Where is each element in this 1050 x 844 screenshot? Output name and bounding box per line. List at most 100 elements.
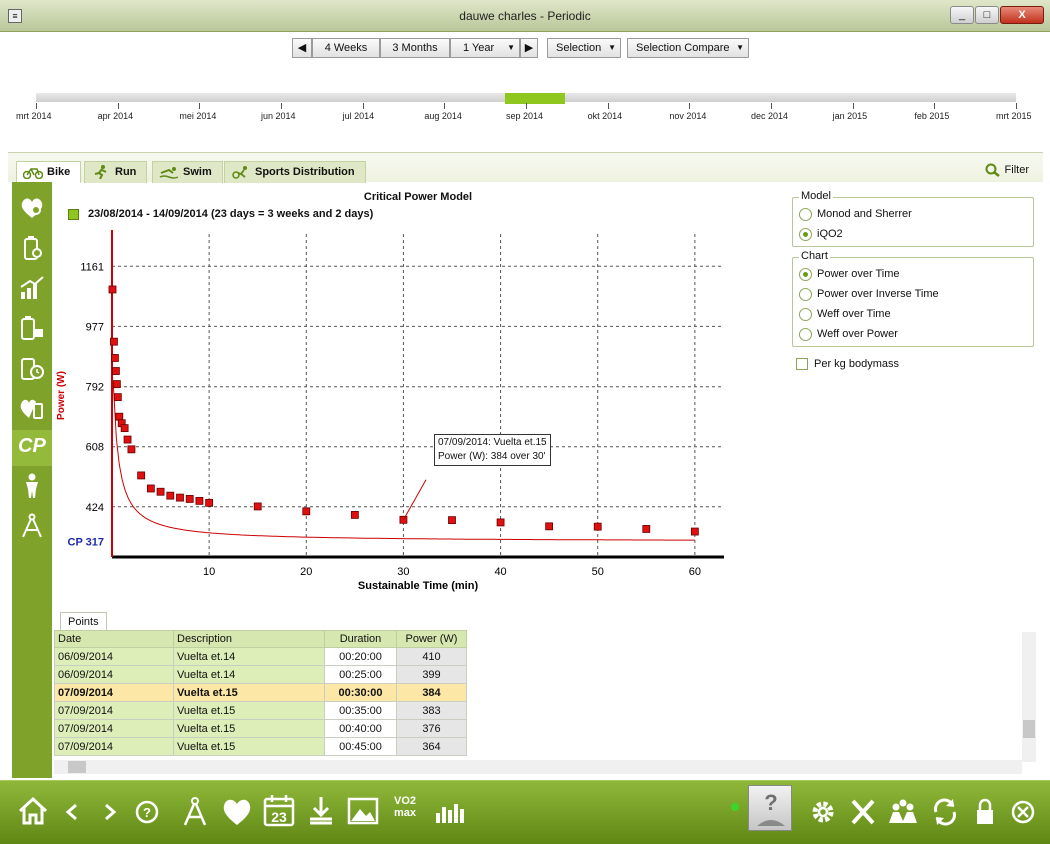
data-point — [185, 495, 194, 503]
compass-icon[interactable] — [18, 512, 46, 540]
heart-battery-icon[interactable] — [18, 394, 46, 422]
tab-run[interactable]: Run — [84, 161, 148, 183]
forward-icon[interactable] — [92, 791, 126, 831]
image-icon[interactable] — [346, 791, 380, 831]
table-row[interactable]: 07/09/2014 Vuelta et.15 00:30:00 384 — [54, 683, 467, 702]
radio-monod-sherrer[interactable]: Monod and Sherrer — [799, 208, 912, 221]
timeline-label: aug 2014 — [424, 111, 462, 121]
table-cell: 07/09/2014 — [54, 719, 174, 738]
per-kg-checkbox[interactable]: Per kg bodymass — [796, 358, 899, 370]
3-months-button[interactable]: 3 Months — [380, 38, 450, 58]
data-point — [111, 367, 120, 375]
tab-sports-distribution[interactable]: Sports Distribution — [224, 161, 366, 183]
user-avatar-icon: ? — [757, 790, 785, 826]
table-row[interactable]: 06/09/2014 Vuelta et.14 00:20:00 410 — [54, 647, 467, 666]
team-icon[interactable] — [886, 791, 920, 831]
data-point — [123, 435, 132, 444]
power-off-icon[interactable] — [1006, 791, 1040, 831]
tab-swim-label: Swim — [183, 166, 212, 178]
timeline[interactable]: mrt 2014 apr 2014 mei 2014 jun 2014 jul 2014… — [8, 60, 1043, 152]
trend-chart-icon[interactable] — [18, 274, 46, 302]
scrollbar-thumb[interactable] — [68, 761, 86, 773]
data-point — [110, 337, 118, 346]
compass-icon[interactable] — [178, 791, 212, 831]
radio-checked-icon — [799, 268, 812, 281]
1-year-dropdown[interactable]: 1 Year ▼ — [450, 38, 520, 58]
bike-icon — [23, 168, 43, 179]
column-header-description[interactable]: Description — [173, 630, 325, 648]
data-point — [205, 498, 214, 507]
minimize-button[interactable]: _ — [950, 6, 974, 24]
bar-chart-icon[interactable] — [432, 791, 466, 831]
vertical-scrollbar[interactable] — [1022, 632, 1036, 762]
timeline-selection[interactable] — [505, 93, 565, 104]
timeline-label: okt 2014 — [587, 111, 623, 121]
horizontal-scrollbar[interactable] — [54, 760, 1022, 774]
user-profile-button[interactable]: ? — [748, 785, 792, 831]
timeline-tick — [771, 103, 772, 109]
sync-icon[interactable] — [928, 791, 962, 831]
radio-iqo2[interactable]: iQO2 — [799, 228, 843, 241]
tab-points[interactable]: Points — [60, 612, 107, 632]
tab-swim[interactable]: Swim — [152, 161, 223, 183]
table-cell: Vuelta et.14 — [173, 647, 325, 666]
timeline-label: sep 2014 — [506, 111, 544, 121]
x-tick-label: 60 — [689, 566, 701, 578]
help-icon[interactable]: ? — [130, 791, 164, 831]
timeline-tick — [689, 103, 691, 109]
radio-weff-over-power[interactable]: Weff over Power — [799, 328, 898, 341]
selection-dropdown[interactable]: Selection ▼ — [547, 38, 621, 58]
table-row[interactable]: 07/09/2014 Vuelta et.15 00:35:00 383 — [54, 701, 467, 720]
next-period-button[interactable]: ▶ — [520, 38, 538, 58]
close-button[interactable]: X — [1000, 6, 1044, 24]
timeline-tick — [607, 103, 609, 109]
radio-label: Power over Inverse Time — [817, 288, 939, 300]
home-icon[interactable] — [16, 791, 50, 831]
timeline-label: dec 2014 — [751, 111, 789, 121]
column-header-date[interactable]: Date — [54, 630, 174, 648]
timeline-tick — [362, 103, 364, 109]
radio-weff-over-time[interactable]: Weff over Time — [799, 308, 891, 321]
y-tick-label: 608 — [86, 442, 104, 454]
maximize-button[interactable]: □ — [975, 6, 999, 24]
table-cell: 00:45:00 — [324, 737, 397, 756]
model-group-title: Model — [799, 190, 833, 202]
tab-bike[interactable]: Bike — [16, 161, 82, 183]
heart-search-icon[interactable] — [18, 194, 46, 222]
battery-compare-icon[interactable] — [18, 314, 46, 342]
4-weeks-button[interactable]: 4 Weeks — [312, 38, 380, 58]
chart-group: Chart Power over Time Power over Inverse… — [792, 250, 1034, 347]
person-icon[interactable] — [18, 472, 46, 500]
cp-button[interactable]: CP — [12, 430, 52, 466]
battery-clock-icon[interactable] — [18, 354, 46, 382]
table-cell: 06/09/2014 — [54, 665, 174, 684]
table-row[interactable]: 07/09/2014 Vuelta et.15 00:40:00 376 — [54, 719, 467, 738]
selection-compare-dropdown[interactable]: Selection Compare ▼ — [627, 38, 749, 58]
radio-power-over-time[interactable]: Power over Time — [799, 268, 900, 281]
tooltip-pointer — [402, 479, 427, 521]
calendar-icon[interactable]: 23 — [262, 791, 296, 831]
table-row[interactable]: 06/09/2014 Vuelta et.14 00:25:00 399 — [54, 665, 467, 684]
prev-period-button[interactable]: ◀ — [292, 38, 312, 58]
table-row[interactable]: 07/09/2014 Vuelta et.15 00:45:00 364 — [54, 737, 467, 756]
tools-icon[interactable] — [846, 791, 880, 831]
lock-icon[interactable] — [968, 791, 1002, 831]
table-header-row: Date Description Duration Power (W) — [54, 630, 467, 648]
column-header-power[interactable]: Power (W) — [396, 630, 467, 648]
data-point — [166, 491, 175, 500]
vo2max-icon[interactable]: VO2 max — [388, 795, 422, 829]
filter-button[interactable]: Filter — [985, 163, 1029, 177]
battery-search-icon[interactable] — [18, 234, 46, 262]
radio-power-over-inverse-time[interactable]: Power over Inverse Time — [799, 288, 939, 301]
scrollbar-thumb[interactable] — [1023, 720, 1035, 738]
back-icon[interactable] — [56, 791, 90, 831]
data-point — [253, 502, 262, 511]
data-point — [112, 380, 121, 388]
heart-icon[interactable] — [220, 791, 254, 831]
download-icon[interactable] — [304, 791, 338, 831]
data-point — [496, 518, 505, 527]
gear-icon[interactable] — [806, 791, 840, 831]
table-body: 06/09/2014 Vuelta et.14 00:20:00 410 06/09/2… — [54, 647, 467, 756]
column-header-duration[interactable]: Duration — [324, 630, 397, 648]
x-tick-label: 30 — [397, 566, 409, 578]
